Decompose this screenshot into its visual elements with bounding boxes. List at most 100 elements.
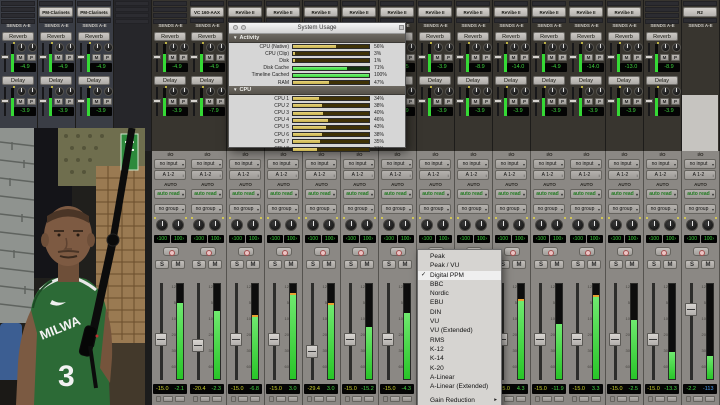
send-reverb-button[interactable]: Reverb xyxy=(2,32,34,41)
send-pre-button[interactable]: P xyxy=(520,98,529,105)
volume-fader[interactable] xyxy=(647,333,659,346)
nudge-spinner[interactable] xyxy=(307,396,312,402)
meter-menu-item[interactable]: Digital PPM✓ xyxy=(418,271,501,280)
pan-display-right[interactable]: 100› xyxy=(587,235,603,243)
send-pre-button[interactable]: P xyxy=(103,98,112,105)
send-fader-cap[interactable] xyxy=(456,55,464,59)
input-selector[interactable]: no input▾ xyxy=(646,159,678,169)
pan-knob[interactable] xyxy=(345,219,357,231)
send-pre-button[interactable]: P xyxy=(633,98,642,105)
pan-knob[interactable] xyxy=(437,219,449,231)
input-selector[interactable]: no input▾ xyxy=(191,159,223,169)
strip-utility-button[interactable] xyxy=(655,396,665,402)
record-arm-button[interactable] xyxy=(352,247,368,256)
pan-display-left[interactable]: ‹100 xyxy=(267,235,283,243)
send-mute-button[interactable]: M xyxy=(584,54,593,61)
send-mute-button[interactable]: M xyxy=(205,98,214,105)
send-fader-cap[interactable] xyxy=(39,55,47,59)
send-fader-cap[interactable] xyxy=(77,99,85,103)
send-fader-cap[interactable] xyxy=(569,55,577,59)
input-selector[interactable]: no input▾ xyxy=(305,159,337,169)
solo-button[interactable]: S xyxy=(192,260,206,269)
pan-knob[interactable] xyxy=(664,219,676,231)
send-mute-button[interactable]: M xyxy=(471,98,480,105)
group-selector[interactable]: no group▾ xyxy=(570,204,602,214)
send-level-display[interactable]: -3.9 xyxy=(545,107,567,116)
send-reverb-button[interactable]: Reverb xyxy=(78,32,110,41)
pan-knob[interactable] xyxy=(686,219,698,231)
input-selector[interactable]: no input▾ xyxy=(570,159,602,169)
peak-display[interactable]: -6.8 xyxy=(250,386,259,392)
send-fader-cap[interactable] xyxy=(532,55,540,59)
send-pre-button[interactable]: P xyxy=(595,54,604,61)
pan-knob[interactable] xyxy=(269,219,281,231)
send-fader-cap[interactable] xyxy=(153,99,161,103)
send-mute-button[interactable]: M xyxy=(16,54,25,61)
mute-button[interactable]: M xyxy=(550,260,564,269)
solo-button[interactable]: S xyxy=(647,260,661,269)
meter-menu-item[interactable]: K-20 xyxy=(418,364,501,373)
send-pre-button[interactable]: P xyxy=(216,54,225,61)
group-selector[interactable]: no group▾ xyxy=(154,204,186,214)
send-level-display[interactable]: -4.9 xyxy=(52,63,74,72)
insert-label[interactable]: ReVibe II xyxy=(569,7,603,17)
send-pan-knob[interactable] xyxy=(17,43,26,52)
peak-display[interactable]: -2.3 xyxy=(212,386,221,392)
send-fader-cap[interactable] xyxy=(39,99,47,103)
send-fader-cap[interactable] xyxy=(645,55,653,59)
send-delay-button[interactable]: Delay xyxy=(495,76,527,85)
pan-knob[interactable] xyxy=(156,219,168,231)
pan-knob[interactable] xyxy=(361,219,373,231)
insert-slot[interactable] xyxy=(39,1,73,6)
send-mute-button[interactable]: M xyxy=(54,54,63,61)
send-mute-button[interactable]: M xyxy=(509,98,518,105)
volume-fader[interactable] xyxy=(382,333,394,346)
pan-display-right[interactable]: 100› xyxy=(171,235,187,243)
strip-utility-button[interactable] xyxy=(629,396,639,402)
solo-button[interactable]: S xyxy=(306,260,320,269)
pan-knob[interactable] xyxy=(247,219,259,231)
solo-button[interactable]: S xyxy=(534,260,548,269)
send-pan-knob[interactable] xyxy=(17,87,26,96)
peak-display[interactable]: -4.3 xyxy=(402,386,411,392)
group-selector[interactable]: no group▾ xyxy=(457,204,489,214)
send-fader-cap[interactable] xyxy=(1,55,9,59)
volume-display[interactable]: -15.0 xyxy=(231,386,244,392)
send-level-display[interactable]: -8.9 xyxy=(658,63,680,72)
volume-display[interactable]: -15.0 xyxy=(647,386,660,392)
send-delay-button[interactable]: Delay xyxy=(533,76,565,85)
insert-slot[interactable] xyxy=(153,1,187,6)
mute-button[interactable]: M xyxy=(322,260,336,269)
strip-utility-button[interactable] xyxy=(591,396,601,402)
meter-menu-item[interactable]: VU (Extended) xyxy=(418,326,501,335)
send-mute-button[interactable]: M xyxy=(509,54,518,61)
insert-label[interactable]: ReVibe II xyxy=(456,7,490,17)
send-pre-button[interactable]: P xyxy=(633,54,642,61)
pan-knob[interactable] xyxy=(421,219,433,231)
volume-fader[interactable] xyxy=(268,333,280,346)
send-pre-button[interactable]: P xyxy=(671,98,680,105)
output-selector[interactable]: A 1-2↕ xyxy=(419,170,451,180)
volume-fader[interactable] xyxy=(155,333,167,346)
automation-mode-selector[interactable]: auto read▾ xyxy=(646,189,678,199)
strip-utility-button[interactable] xyxy=(288,396,298,402)
input-selector[interactable]: no input▾ xyxy=(495,159,527,169)
insert-slot[interactable] xyxy=(304,1,338,6)
insert-label[interactable]: ReVibe II xyxy=(494,7,528,17)
send-pan-knob[interactable] xyxy=(217,43,226,52)
send-delay-button[interactable]: Delay xyxy=(2,76,34,85)
send-level-display[interactable]: -3.9 xyxy=(166,107,188,116)
send-delay-button[interactable]: Delay xyxy=(78,76,110,85)
nudge-spinner[interactable] xyxy=(572,396,577,402)
send-pan-knob[interactable] xyxy=(104,87,113,96)
solo-button[interactable]: S xyxy=(155,260,169,269)
nudge-spinner[interactable] xyxy=(156,396,161,402)
automation-mode-selector[interactable]: auto read▾ xyxy=(267,189,299,199)
send-pan-knob[interactable] xyxy=(483,43,492,52)
output-selector[interactable]: A 1-2↕ xyxy=(343,170,375,180)
automation-mode-selector[interactable]: auto read▾ xyxy=(191,189,223,199)
group-selector[interactable]: no group▾ xyxy=(419,204,451,214)
meter-menu-item[interactable]: VU xyxy=(418,317,501,326)
automation-mode-selector[interactable]: auto read▾ xyxy=(457,189,489,199)
pan-display-right[interactable]: 100› xyxy=(398,235,414,243)
